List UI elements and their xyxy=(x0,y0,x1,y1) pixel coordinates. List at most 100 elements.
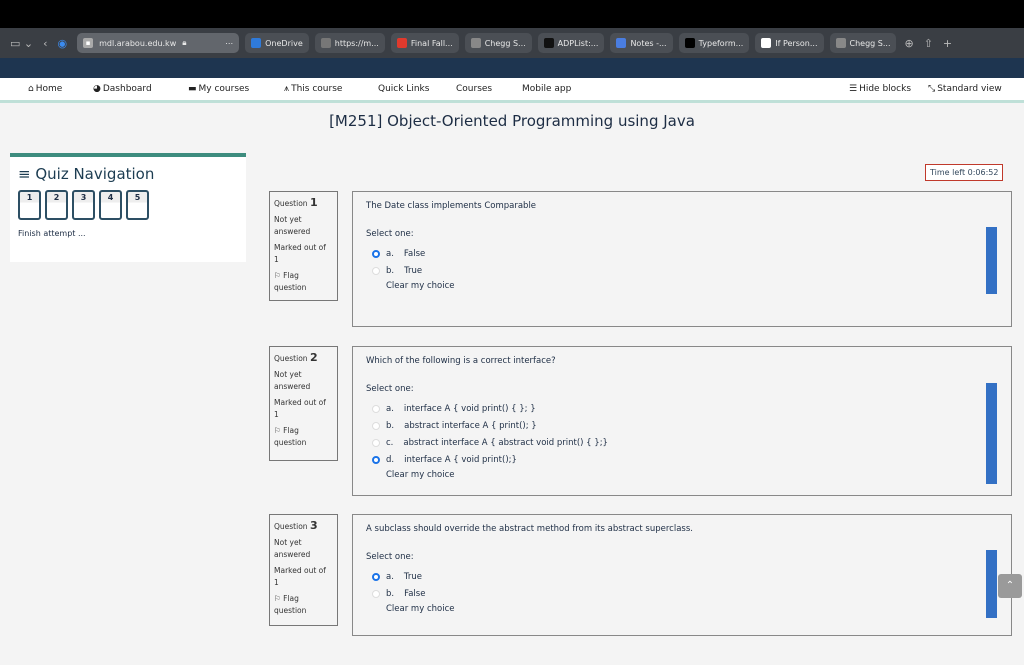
question-info: Question 3 Not yet answered Marked out o… xyxy=(269,514,338,626)
quiz-nav-button-4[interactable]: 4 xyxy=(99,190,122,220)
radio-button[interactable] xyxy=(372,438,380,447)
nav-this-course[interactable]: ⩚ This course xyxy=(284,84,342,94)
question-text: The Date class implements Comparable xyxy=(366,201,537,211)
back-icon[interactable]: ‹ xyxy=(43,37,47,50)
nav-home[interactable]: ⌂ Home xyxy=(28,84,62,94)
tab-label: ADPList:... xyxy=(557,38,599,48)
tab-label: If Person... xyxy=(775,38,818,48)
privacy-icon[interactable]: ◉ xyxy=(58,37,68,50)
tab-favicon xyxy=(251,38,262,48)
question-state: Not yet answered xyxy=(274,215,311,236)
browser-tab[interactable]: https://m... xyxy=(314,33,385,53)
answer-option[interactable]: d. interface A { void print();} xyxy=(366,451,998,468)
browser-tab[interactable]: Chegg S... xyxy=(829,33,897,53)
nav-mobile-app[interactable]: Mobile app xyxy=(522,84,571,94)
answer-option[interactable]: a. False xyxy=(366,245,998,262)
question-content: A subclass should override the abstract … xyxy=(352,514,1012,636)
browser-tab[interactable]: Typeform... xyxy=(678,33,750,53)
tab-favicon xyxy=(761,38,772,48)
collapse-icon: ⤡ xyxy=(928,84,936,94)
nav-courses[interactable]: Courses xyxy=(456,84,492,94)
quiz-nav-button-3[interactable]: 3 xyxy=(72,190,95,220)
tab-label: Chegg S... xyxy=(484,38,526,48)
question-info: Question 2 Not yet answered Marked out o… xyxy=(269,346,338,461)
tab-favicon xyxy=(396,38,407,48)
lock-icon: 🔒︎ xyxy=(182,38,187,47)
browser-tab[interactable]: Final Fall... xyxy=(390,33,459,53)
answer-option[interactable]: b. False xyxy=(366,585,998,602)
clear-choice-link[interactable]: Clear my choice xyxy=(386,604,454,614)
radio-button[interactable] xyxy=(372,266,380,275)
address-bar[interactable]: ▪ mdl.arabou.edu.kw 🔒︎ ⋯ xyxy=(77,33,240,53)
scroll-indicator[interactable] xyxy=(986,550,997,618)
tab-favicon xyxy=(835,38,846,48)
question-state: Not yet answered xyxy=(274,538,311,559)
answer-option[interactable]: b. abstract interface A { print(); } xyxy=(366,417,998,434)
scroll-indicator[interactable] xyxy=(986,227,997,294)
clear-choice-link[interactable]: Clear my choice xyxy=(386,470,454,480)
browser-tab[interactable]: Chegg S... xyxy=(464,33,532,53)
question-grade: Marked out of 1 xyxy=(274,566,326,587)
hide-blocks-icon: ☰ xyxy=(849,84,858,94)
nav-dashboard[interactable]: ◕ Dashboard xyxy=(93,84,152,94)
tab-label: Notes -... xyxy=(630,38,667,48)
browser-tab[interactable]: If Person... xyxy=(755,33,824,53)
quiz-nav-button-1[interactable]: 1 xyxy=(18,190,41,220)
flag-icon: ⚐ xyxy=(274,594,284,603)
answer-option[interactable]: a. interface A { void print() { }; } xyxy=(366,400,998,417)
question-content: Which of the following is a correct inte… xyxy=(352,346,1012,496)
tab-label: https://m... xyxy=(334,38,379,48)
answer-option[interactable]: b. True xyxy=(366,262,998,279)
tab-favicon xyxy=(470,38,481,48)
url-text: mdl.arabou.edu.kw xyxy=(99,38,177,48)
back-to-top-button[interactable]: ⌃ xyxy=(998,574,1022,598)
radio-button[interactable] xyxy=(372,572,380,581)
arrow-up-icon: ⌃ xyxy=(1005,580,1015,591)
nav-quick-links[interactable]: Quick Links xyxy=(378,84,429,94)
tab-favicon xyxy=(616,38,627,48)
radio-button[interactable] xyxy=(372,249,380,258)
flag-question[interactable]: ⚐ Flag question xyxy=(274,270,333,294)
browser-toolbar: ▭ ⌄ ‹ ◉ ▪ mdl.arabou.edu.kw 🔒︎ ⋯ OneDriv… xyxy=(0,28,1024,58)
question-text: A subclass should override the abstract … xyxy=(366,524,693,534)
clear-choice-link[interactable]: Clear my choice xyxy=(386,281,454,291)
select-one-label: Select one: xyxy=(366,384,414,394)
radio-button[interactable] xyxy=(372,589,380,598)
question-grade: Marked out of 1 xyxy=(274,398,326,419)
tab-favicon xyxy=(543,38,554,48)
share-icon[interactable]: ⇧ xyxy=(924,37,933,50)
main-nav: ⌂ Home ◕ Dashboard ▬ My courses ⩚ This cours… xyxy=(0,78,1024,103)
download-icon[interactable]: ⊕ xyxy=(904,37,913,50)
browser-tab[interactable]: OneDrive xyxy=(245,33,309,53)
scroll-indicator[interactable] xyxy=(986,383,997,484)
select-one-label: Select one: xyxy=(366,229,414,239)
finish-attempt-link[interactable]: Finish attempt ... xyxy=(18,229,238,238)
flag-question[interactable]: ⚐ Flag question xyxy=(274,593,333,617)
answer-option[interactable]: a. True xyxy=(366,568,998,585)
flag-question[interactable]: ⚐ Flag question xyxy=(274,425,333,449)
new-tab-icon[interactable]: + xyxy=(943,37,952,50)
radio-button[interactable] xyxy=(372,404,380,413)
menu-icon: ≡ xyxy=(18,165,36,183)
quiz-nav-button-5[interactable]: 5 xyxy=(126,190,149,220)
top-bezel xyxy=(0,0,1024,28)
course-title: [M251] Object-Oriented Programming using… xyxy=(329,112,695,130)
browser-tab[interactable]: Notes -... xyxy=(610,33,673,53)
select-one-label: Select one: xyxy=(366,552,414,562)
nav-my-courses[interactable]: ▬ My courses xyxy=(188,84,249,94)
browser-tab[interactable]: ADPList:... xyxy=(537,33,605,53)
more-icon[interactable]: ⋯ xyxy=(225,39,233,48)
hide-blocks-button[interactable]: ☰ Hide blocks xyxy=(849,84,911,94)
sidebar-toggle-icon[interactable]: ▭ ⌄ xyxy=(10,37,33,50)
quiz-nav-button-2[interactable]: 2 xyxy=(45,190,68,220)
quiz-nav-title: ≡ Quiz Navigation xyxy=(18,165,155,183)
dashboard-icon: ◕ xyxy=(93,84,101,94)
tab-label: OneDrive xyxy=(265,38,303,48)
radio-button[interactable] xyxy=(372,421,380,430)
question-grade: Marked out of 1 xyxy=(274,243,326,264)
standard-view-button[interactable]: ⤡ Standard view xyxy=(928,84,1002,94)
site-header-band xyxy=(0,58,1024,78)
answer-option[interactable]: c. abstract interface A { abstract void p… xyxy=(366,434,998,451)
radio-button[interactable] xyxy=(372,455,380,464)
question-text: Which of the following is a correct inte… xyxy=(366,356,556,366)
